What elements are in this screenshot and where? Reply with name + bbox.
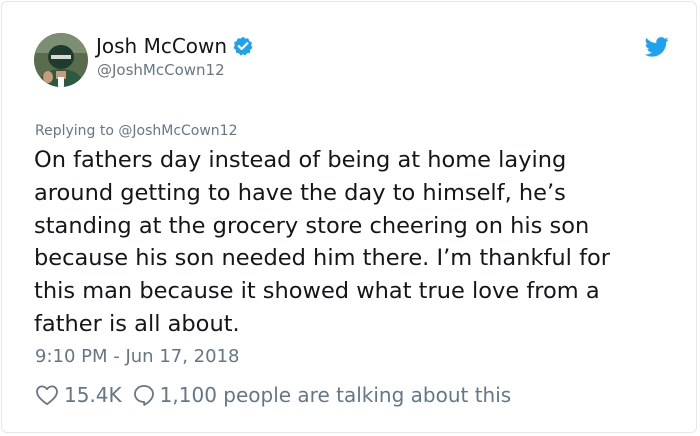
author-handle[interactable]: @JoshMcCown12 bbox=[97, 60, 225, 80]
tweet-text: On fathers day instead of being at home … bbox=[34, 147, 611, 337]
talking-count: 1,100 people are talking about this bbox=[159, 383, 512, 407]
tweet-timestamp[interactable]: 9:10 PM - Jun 17, 2018 bbox=[35, 346, 239, 368]
avatar[interactable] bbox=[34, 33, 88, 87]
like-button[interactable]: 15.4K bbox=[35, 382, 122, 408]
reply-button[interactable]: 1,100 people are talking about this bbox=[122, 382, 512, 408]
like-count: 15.4K bbox=[64, 383, 122, 407]
heart-icon bbox=[35, 384, 59, 406]
avatar-image bbox=[34, 33, 88, 87]
verified-badge-icon bbox=[233, 36, 253, 56]
author-name-row[interactable]: Josh McCown bbox=[96, 34, 253, 58]
tweet-actions: 15.4K 1,100 people are talking about thi… bbox=[35, 382, 511, 408]
author-name[interactable]: Josh McCown bbox=[96, 34, 227, 58]
replying-to-label: Replying to @JoshMcCown12 bbox=[35, 123, 238, 139]
speech-bubble-icon bbox=[132, 383, 156, 407]
twitter-bird-icon[interactable] bbox=[644, 36, 669, 58]
tweet-card: Josh McCown @JoshMcCown12 Replying to @J… bbox=[1, 1, 697, 433]
